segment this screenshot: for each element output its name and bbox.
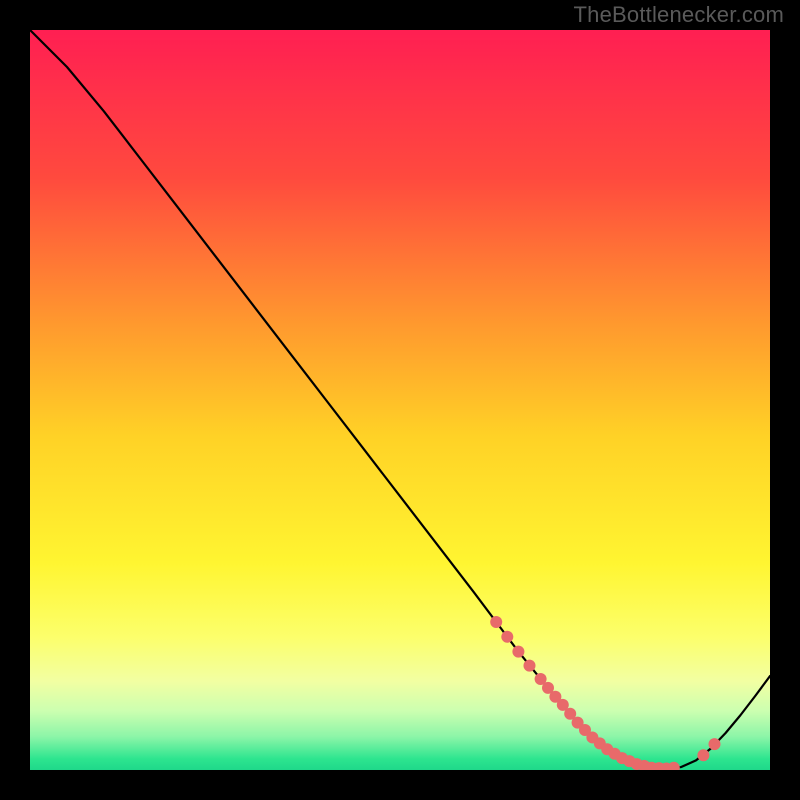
highlight-dot: [524, 660, 536, 672]
highlight-dot: [697, 749, 709, 761]
plot-frame: [30, 30, 770, 770]
chart-container: TheBottlenecker.com: [0, 0, 800, 800]
highlight-dot: [490, 616, 502, 628]
highlight-dot: [709, 738, 721, 750]
attribution-label: TheBottlenecker.com: [574, 2, 784, 28]
chart-svg: [30, 30, 770, 770]
highlight-dot: [512, 646, 524, 658]
background-gradient: [30, 30, 770, 770]
highlight-dot: [501, 631, 513, 643]
